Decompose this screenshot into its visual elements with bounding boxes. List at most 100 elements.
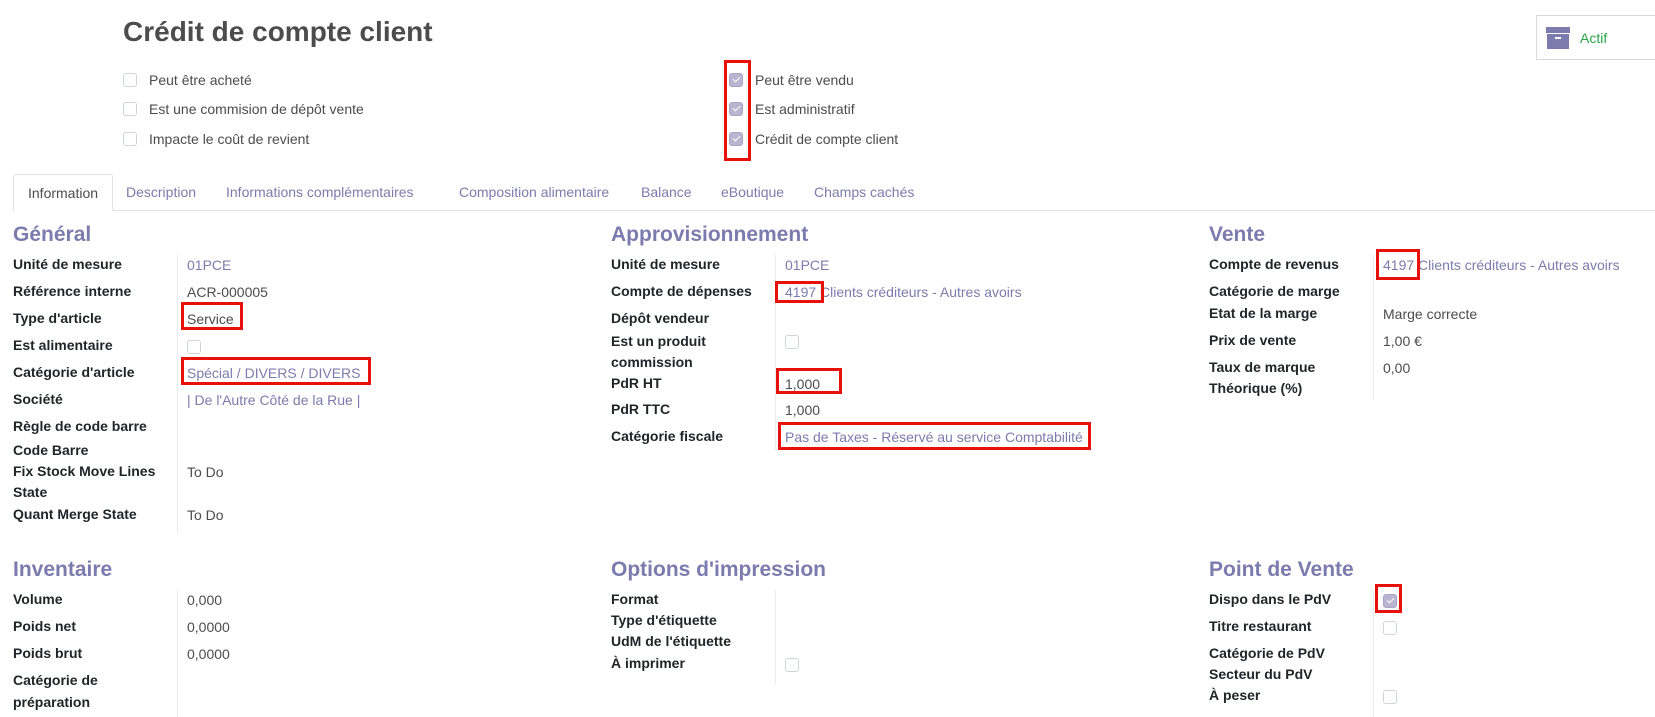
section-general-title: Général — [13, 223, 92, 246]
active-label: Actif — [1580, 29, 1608, 46]
field-value-fiscal-category[interactable]: Pas de Taxes - Réservé au service Compta… — [785, 427, 1083, 447]
field-value-net-weight[interactable]: 0,0000 — [187, 617, 230, 637]
divider — [177, 590, 178, 717]
field-label-net-weight: Poids net — [13, 618, 77, 634]
field-label-available-in-pos: Dispo dans le PdV — [1209, 591, 1332, 607]
checkbox-row-impacts-cost[interactable]: Impacte le coût de revient — [123, 129, 309, 149]
is-food-checkbox[interactable] — [187, 340, 201, 354]
field-value-gross-weight[interactable]: 0,0000 — [187, 644, 230, 664]
field-value-uom[interactable]: 01PCE — [187, 255, 231, 275]
field-label-barcode: Code Barre — [13, 442, 89, 458]
expense-account-name: Clients créditeurs - Autres avoirs — [820, 284, 1022, 300]
field-label-barcode-rule: Règle de code barre — [13, 418, 147, 434]
tab-bar: Information Description Informations com… — [13, 174, 1655, 211]
field-value-internal-ref[interactable]: ACR-000005 — [187, 282, 268, 302]
can-be-purchased-checkbox[interactable] — [123, 73, 137, 87]
can-be-sold-checkbox[interactable] — [729, 73, 743, 87]
to-weigh-checkbox[interactable] — [1383, 690, 1397, 704]
field-label-commission-product-1: Est un produit — [611, 333, 706, 349]
tab-food-composition[interactable]: Composition alimentaire — [445, 174, 623, 211]
consignment-commission-checkbox[interactable] — [123, 102, 137, 116]
field-label-gross-weight: Poids brut — [13, 645, 83, 661]
field-label-to-weigh: À peser — [1209, 687, 1261, 703]
field-value-article-category[interactable]: Spécial / DIVERS / DIVERS — [187, 363, 361, 383]
field-value-fix-stock-state[interactable]: To Do — [187, 462, 224, 482]
field-value-expense-account[interactable]: 4197 Clients créditeurs - Autres avoirs — [785, 282, 1022, 302]
field-label-fiscal-category: Catégorie fiscale — [611, 428, 724, 444]
field-label-prep-category-2: préparation — [13, 694, 91, 710]
field-value-cost-ht[interactable]: 1,000 — [785, 374, 820, 394]
impacts-cost-label: Impacte le coût de revient — [149, 131, 310, 147]
field-value-quant-merge[interactable]: To Do — [187, 505, 224, 525]
checkbox-row-can-be-purchased[interactable]: Peut être acheté — [123, 70, 252, 90]
field-label-cost-ttc: PdR TTC — [611, 401, 671, 417]
divider — [177, 255, 178, 533]
field-label-article-type: Type d'article — [13, 310, 102, 326]
field-label-pos-category: Catégorie de PdV — [1209, 645, 1325, 661]
field-label-sale-price: Prix de vente — [1209, 332, 1297, 348]
field-value-uom-procurement[interactable]: 01PCE — [785, 255, 829, 275]
customer-credit-label: Crédit de compte client — [755, 131, 899, 147]
field-label-expense-account: Compte de dépenses — [611, 283, 752, 299]
available-in-pos-checkbox[interactable] — [1383, 594, 1397, 608]
field-label-quant-merge: Quant Merge State — [13, 506, 137, 522]
meal-voucher-checkbox[interactable] — [1383, 621, 1397, 635]
field-value-income-account[interactable]: 4197 Clients créditeurs - Autres avoirs — [1383, 255, 1620, 275]
can-be-purchased-label: Peut être acheté — [149, 72, 252, 88]
expense-account-code: 4197 — [785, 284, 817, 300]
field-label-markup-rate-1: Taux de marque — [1209, 359, 1316, 375]
checkbox-row-customer-credit[interactable]: Crédit de compte client — [729, 129, 898, 149]
tab-description[interactable]: Description — [112, 174, 210, 211]
field-label-margin-state: Etat de la marge — [1209, 305, 1318, 321]
field-label-markup-rate-2: Théorique (%) — [1209, 380, 1303, 396]
field-value-company[interactable]: | De l'Autre Côté de la Rue | — [187, 390, 360, 410]
commission-product-checkbox[interactable] — [785, 335, 799, 349]
customer-credit-checkbox[interactable] — [729, 132, 743, 146]
field-label-vendor-deposit: Dépôt vendeur — [611, 310, 710, 326]
section-pos-title: Point de Vente — [1209, 558, 1354, 581]
is-administrative-checkbox[interactable] — [729, 102, 743, 116]
field-label-label-type: Type d'étiquette — [611, 612, 717, 628]
field-value-cost-ttc[interactable]: 1,000 — [785, 400, 820, 420]
tab-eshop[interactable]: eBoutique — [707, 174, 798, 211]
checkbox-row-can-be-sold[interactable]: Peut être vendu — [729, 70, 854, 90]
active-toggle-button[interactable]: Actif — [1536, 15, 1655, 60]
tab-information[interactable]: Information — [13, 174, 114, 211]
field-value-volume[interactable]: 0,000 — [187, 590, 222, 610]
field-label-to-print: À imprimer — [611, 655, 685, 671]
checkbox-row-is-administrative[interactable]: Est administratif — [729, 99, 855, 119]
field-label-uom: Unité de mesure — [13, 256, 122, 272]
field-value-markup-rate[interactable]: 0,00 — [1383, 358, 1410, 378]
field-label-prep-category-1: Catégorie de — [13, 672, 98, 688]
page-title: Crédit de compte client — [123, 16, 433, 47]
income-account-name: Clients créditeurs - Autres avoirs — [1418, 257, 1620, 273]
section-procurement-title: Approvisionnement — [611, 223, 809, 246]
field-label-commission-product-2: commission — [611, 354, 693, 370]
consignment-commission-label: Est une commision de dépôt vente — [149, 101, 364, 117]
field-label-internal-ref: Référence interne — [13, 283, 132, 299]
to-print-checkbox[interactable] — [785, 658, 799, 672]
field-label-income-account: Compte de revenus — [1209, 256, 1339, 272]
field-label-pos-sector: Secteur du PdV — [1209, 666, 1313, 682]
checkbox-row-consignment-commission[interactable]: Est une commision de dépôt vente — [123, 99, 364, 119]
divider — [775, 255, 776, 450]
field-label-uom-procurement: Unité de mesure — [611, 256, 720, 272]
tab-hidden-fields[interactable]: Champs cachés — [800, 174, 928, 211]
field-label-label-uom: UdM de l'étiquette — [611, 633, 731, 649]
can-be-sold-label: Peut être vendu — [755, 72, 854, 88]
tab-additional-info[interactable]: Informations complémentaires — [212, 174, 428, 211]
impacts-cost-checkbox[interactable] — [123, 132, 137, 146]
field-label-fix-stock-state-2: State — [13, 484, 48, 500]
field-value-margin-state[interactable]: Marge correcte — [1383, 304, 1477, 324]
field-label-article-category: Catégorie d'article — [13, 364, 135, 380]
tab-scale[interactable]: Balance — [627, 174, 706, 211]
field-label-is-food: Est alimentaire — [13, 337, 113, 353]
income-account-code: 4197 — [1383, 257, 1415, 273]
section-sales-title: Vente — [1209, 223, 1266, 246]
field-label-meal-voucher: Titre restaurant — [1209, 618, 1312, 634]
section-inventory-title: Inventaire — [13, 558, 113, 581]
field-label-fix-stock-state-1: Fix Stock Move Lines — [13, 463, 156, 479]
field-value-sale-price[interactable]: 1,00 € — [1383, 331, 1422, 351]
divider — [1373, 255, 1374, 400]
field-value-article-type[interactable]: Service — [187, 309, 234, 329]
